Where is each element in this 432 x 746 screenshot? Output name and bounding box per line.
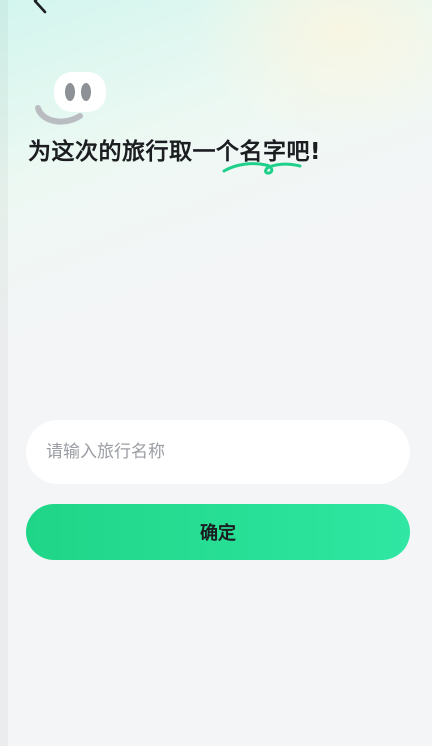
title-highlight: 名字 <box>222 132 301 175</box>
back-button[interactable] <box>26 0 56 16</box>
left-edge-shadow <box>0 0 8 746</box>
chevron-left-icon <box>33 0 47 14</box>
trip-name-input[interactable] <box>26 420 410 484</box>
title-prefix: 为这次的旅行取一个 <box>28 139 240 165</box>
swoosh-underline-icon <box>222 162 301 175</box>
confirm-button[interactable]: 确定 <box>26 504 410 560</box>
smiley-mascot-icon <box>35 72 106 125</box>
trip-name-screen: 为这次的旅行取一个名字 吧! 确定 <box>0 0 432 746</box>
page-title: 为这次的旅行取一个名字 吧! <box>28 132 321 175</box>
confirm-button-label: 确定 <box>200 523 236 544</box>
